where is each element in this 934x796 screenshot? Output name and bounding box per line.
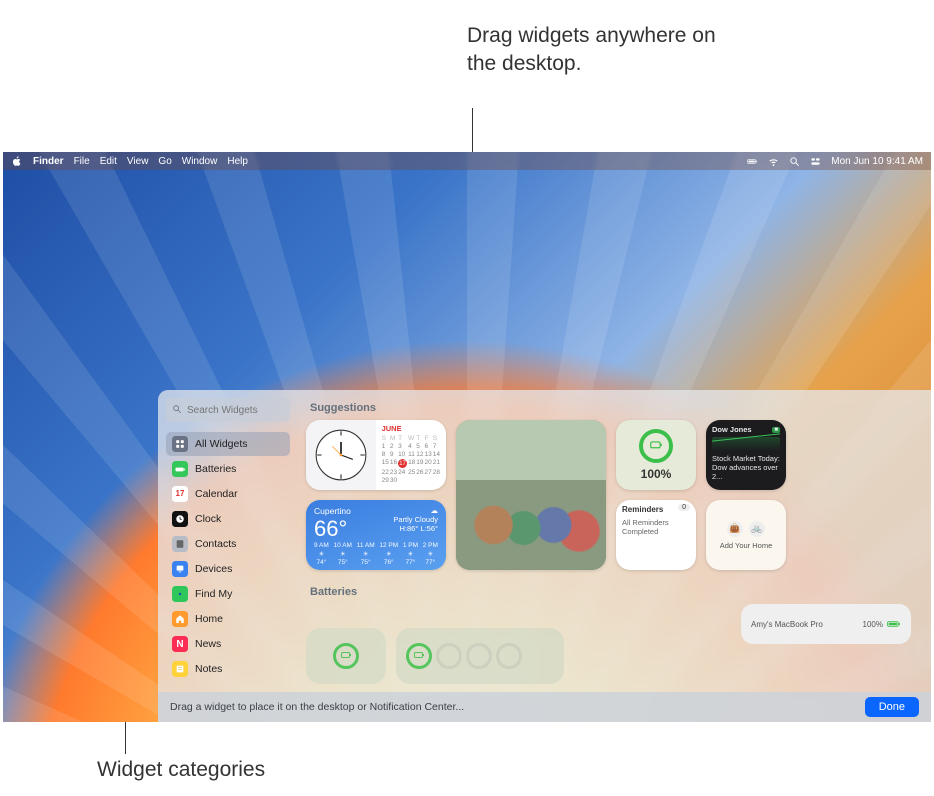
widget-battery-small[interactable] [306, 628, 386, 684]
menu-view[interactable]: View [127, 156, 149, 167]
weather-condition: Partly Cloudy [393, 515, 438, 524]
menubar: Finder File Edit View Go Window Help Mon… [3, 152, 931, 170]
home-icons-row: 👜 🚲 [727, 521, 765, 537]
sidebar-item-label: All Widgets [195, 438, 248, 450]
home-bike-icon: 🚲 [749, 521, 765, 537]
battery-icon [172, 461, 188, 477]
sidebar-item-clock[interactable]: Clock [166, 507, 290, 531]
battery-ring-empty-icon [466, 643, 492, 669]
widget-gallery-sidebar: All Widgets Batteries 17 Calendar Clock Conta… [158, 390, 298, 692]
sidebar-item-label: Devices [195, 563, 232, 575]
widget-battery-wide[interactable]: Amy's MacBook Pro 100% [741, 604, 911, 644]
sidebar-item-news[interactable]: N News [166, 632, 290, 656]
battery-status-icon[interactable] [747, 156, 758, 167]
widget-gallery: All Widgets Batteries 17 Calendar Clock Conta… [158, 390, 931, 722]
footer-hint-text: Drag a widget to place it on the desktop… [170, 701, 464, 713]
devices-icon [172, 561, 188, 577]
calendar-month-label: JUNE [382, 424, 440, 433]
section-batteries-title: Batteries [310, 586, 917, 598]
findmy-icon [172, 586, 188, 602]
sidebar-item-find-my[interactable]: Find My [166, 582, 290, 606]
calendar-mini: JUNE SMTWTFS1234567891011121314151617181… [376, 420, 446, 490]
menubar-datetime[interactable]: Mon Jun 10 9:41 AM [831, 156, 923, 167]
menu-file[interactable]: File [74, 156, 90, 167]
sidebar-item-label: Find My [195, 588, 232, 600]
apple-menu-icon[interactable] [11, 155, 23, 167]
battery-ring-icon [333, 643, 359, 669]
sidebar-item-label: Home [195, 613, 223, 625]
spotlight-icon[interactable] [789, 156, 800, 167]
sidebar-item-label: Contacts [195, 538, 236, 550]
menu-edit[interactable]: Edit [100, 156, 117, 167]
battery-wide-device: Amy's MacBook Pro [751, 620, 823, 629]
search-icon [172, 401, 182, 419]
wifi-status-icon[interactable] [768, 156, 779, 167]
battery-pct-label: 100% [641, 467, 672, 481]
moon-icon: ☁︎ [393, 506, 438, 515]
battery-ring-empty-icon [436, 643, 462, 669]
weather-location: Cupertino [314, 506, 351, 516]
sidebar-item-calendar[interactable]: 17 Calendar [166, 482, 290, 506]
sidebar-item-devices[interactable]: Devices [166, 557, 290, 581]
contacts-icon [172, 536, 188, 552]
notes-icon [172, 661, 188, 677]
clock-icon [306, 420, 376, 490]
reminders-count: 0 [678, 504, 690, 511]
desktop[interactable]: Finder File Edit View Go Window Help Mon… [3, 152, 931, 722]
widget-photos[interactable] [456, 420, 606, 570]
widget-home[interactable]: 👜 🚲 Add Your Home [706, 500, 786, 570]
callout-drag-widgets: Drag widgets anywhere on the desktop. [467, 22, 727, 79]
section-suggestions-title: Suggestions [310, 402, 917, 414]
widget-clock-calendar[interactable]: JUNE SMTWTFS1234567891011121314151617181… [306, 420, 446, 490]
menu-window[interactable]: Window [182, 156, 218, 167]
widget-stocks[interactable]: Dow Jones ■ Stock Market Today: Dow adva… [706, 420, 786, 490]
widget-battery-medium[interactable] [396, 628, 564, 684]
sidebar-item-label: Batteries [195, 463, 236, 475]
widget-weather[interactable]: Cupertino 66° ☁︎ Partly Cloudy H:86° L:5… [306, 500, 446, 570]
suggestions-grid: JUNE SMTWTFS1234567891011121314151617181… [306, 420, 917, 570]
done-button[interactable]: Done [865, 697, 919, 717]
home-object-icon: 👜 [727, 521, 743, 537]
battery-ring-icon [639, 429, 673, 463]
battery-icon [887, 620, 901, 628]
news-icon: N [172, 636, 188, 652]
stocks-headline: Stock Market Today: Dow advances over 2.… [712, 454, 780, 481]
widget-gallery-footer: Drag a widget to place it on the desktop… [158, 692, 931, 722]
sidebar-item-batteries[interactable]: Batteries [166, 457, 290, 481]
menu-help[interactable]: Help [227, 156, 248, 167]
stocks-sparkline-icon [712, 437, 780, 451]
menubar-app-name[interactable]: Finder [33, 156, 64, 167]
clock-icon [172, 511, 188, 527]
widget-gallery-main: Suggestions [298, 390, 931, 692]
stocks-badge: ■ [772, 427, 780, 433]
weather-hilo: H:86° L:56° [393, 524, 438, 533]
search-widgets-input[interactable] [187, 405, 284, 416]
sidebar-item-notes[interactable]: Notes [166, 657, 290, 681]
sidebar-item-label: Clock [195, 513, 221, 525]
sidebar-item-label: Calendar [195, 488, 238, 500]
sidebar-item-all-widgets[interactable]: All Widgets [166, 432, 290, 456]
home-label: Add Your Home [720, 541, 773, 550]
stocks-symbol: Dow Jones [712, 425, 752, 434]
search-widgets-field[interactable] [166, 398, 290, 422]
battery-wide-pct: 100% [863, 620, 883, 629]
grid-icon [172, 436, 188, 452]
callout-widget-categories: Widget categories [97, 756, 265, 784]
battery-ring-empty-icon [496, 643, 522, 669]
control-center-icon[interactable] [810, 156, 821, 167]
reminders-subtitle: All Reminders Completed [622, 518, 690, 536]
widget-battery[interactable]: 100% [616, 420, 696, 490]
sidebar-item-label: News [195, 638, 221, 650]
battery-ring-icon [406, 643, 432, 669]
widget-reminders[interactable]: Reminders 0 All Reminders Completed [616, 500, 696, 570]
widget-category-list: All Widgets Batteries 17 Calendar Clock Conta… [166, 432, 290, 681]
weather-forecast-row: 9 AM☀︎74°10 AM☀︎75°11 AM☀︎75°12 PM☀︎76°1… [314, 542, 438, 566]
cal-icon: 17 [172, 486, 188, 502]
menu-go[interactable]: Go [158, 156, 171, 167]
sidebar-item-label: Notes [195, 663, 222, 675]
sidebar-item-contacts[interactable]: Contacts [166, 532, 290, 556]
sidebar-item-home[interactable]: Home [166, 607, 290, 631]
weather-temp: 66° [314, 516, 351, 542]
home-icon [172, 611, 188, 627]
